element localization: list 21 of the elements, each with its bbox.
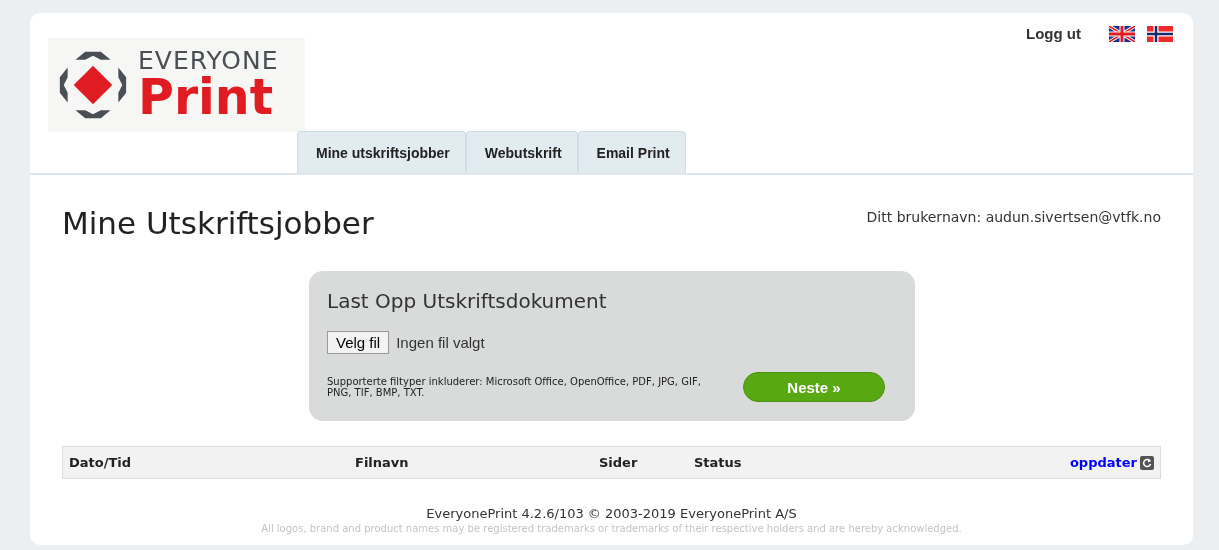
uk-flag-icon[interactable]: [1109, 25, 1135, 42]
refresh-link[interactable]: oppdater: [1069, 455, 1137, 470]
page-title: Mine Utskriftsjobber: [62, 205, 374, 241]
column-header: Sider: [599, 455, 639, 470]
choose-file-button[interactable]: Velg fil: [327, 331, 390, 354]
username-text: Ditt brukernavn: audun.sivertsen@vtfk.no: [866, 208, 1161, 225]
file-status-text: Ingen fil valgt: [396, 334, 485, 351]
norway-flag-icon[interactable]: [1147, 25, 1173, 42]
column-header: Dato/Tid: [69, 455, 133, 470]
nav-tab[interactable]: Email Print: [577, 131, 686, 173]
upload-title: Last Opp Utskriftsdokument: [327, 289, 608, 313]
column-header: Status: [694, 455, 742, 470]
logo-text: Print: [138, 73, 275, 122]
nav-tab[interactable]: Mine utskriftsjobber: [297, 131, 466, 173]
logout-link[interactable]: Logg ut: [1026, 25, 1081, 42]
version-text: EveryonePrint 4.2.6/103 © 2003-2019 EveryonePrint A/S: [426, 506, 797, 521]
column-header: Filnavn: [355, 455, 410, 470]
logo-text: EVERYONE: [138, 48, 279, 73]
nav-tab[interactable]: Webutskrift: [465, 131, 578, 173]
supported-types-text: Supporterte filtyper inkluderer: Microsoft Office, OpenOffice, PDF, JPG, GIF, PNG, TIF, BMP, TXT.: [327, 376, 702, 398]
refresh-icon[interactable]: [1140, 455, 1154, 470]
